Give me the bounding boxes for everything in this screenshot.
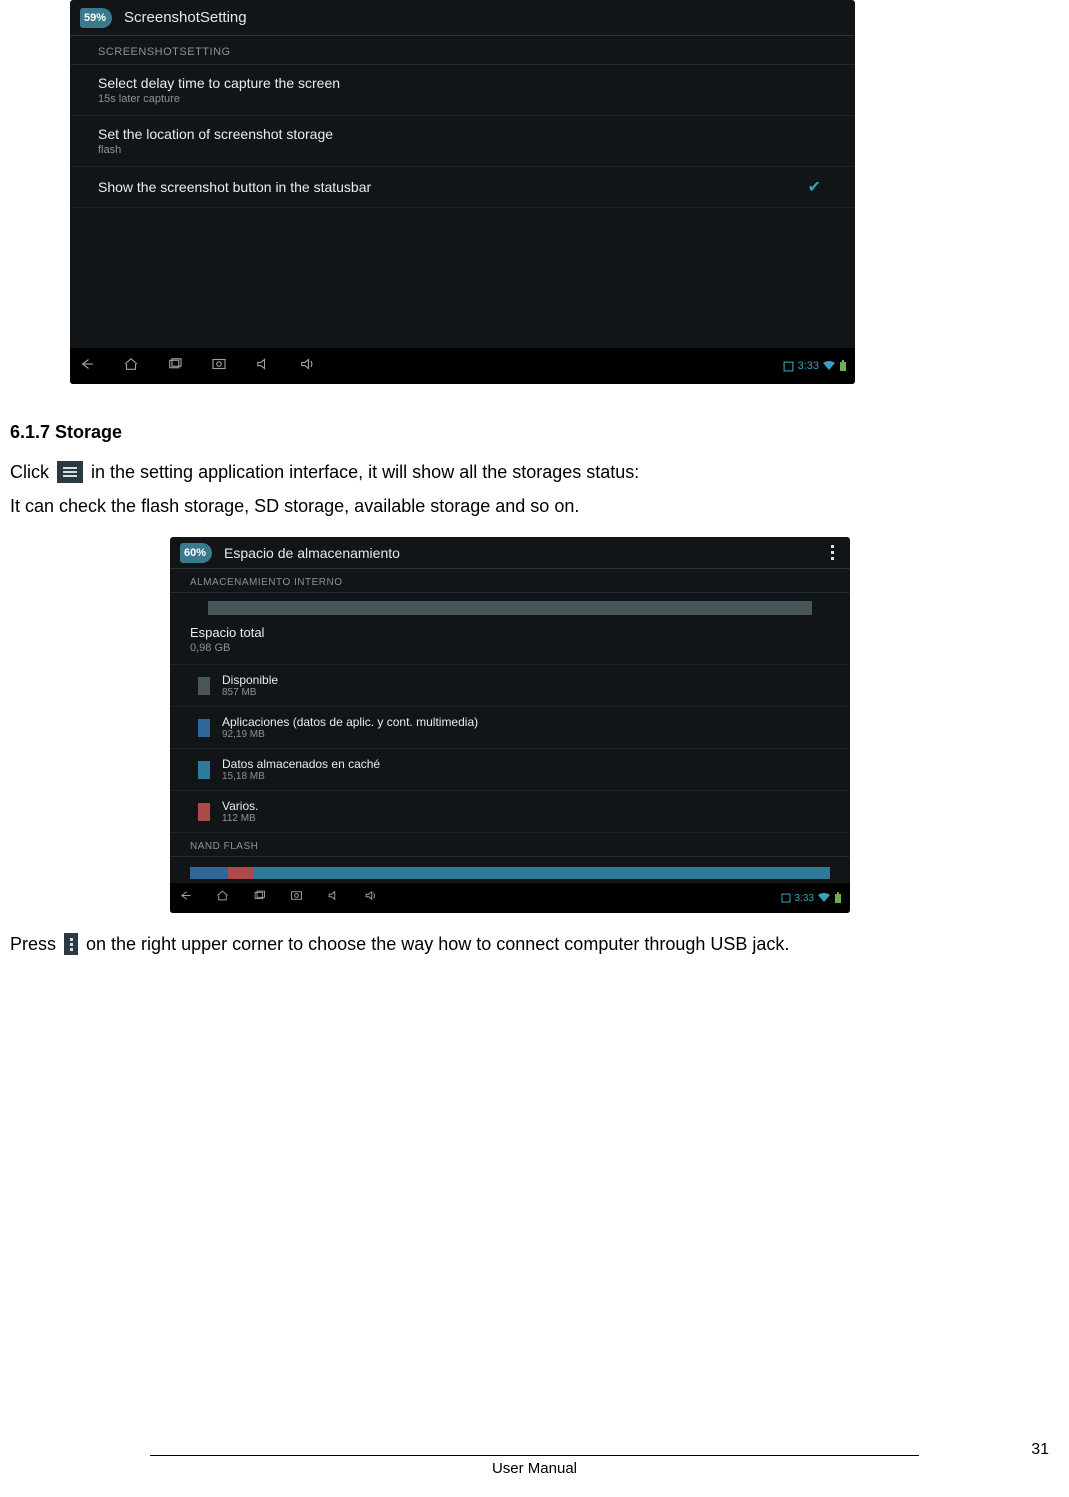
color-swatch [198,677,210,695]
color-swatch [198,761,210,779]
sd-icon [783,361,794,372]
status-bar: 3:33 [783,360,847,372]
row-title: Show the screenshot button in the status… [98,179,371,195]
app-title: Espacio de almacenamiento [224,545,400,561]
section-header: SCREENSHOTSETTING [70,36,855,65]
section-heading: 6.1.7 Storage [10,422,1059,443]
section-header: ALMACENAMIENTO INTERNO [170,569,850,593]
sd-icon [781,893,791,903]
footer-label: User Manual [10,1460,1059,1477]
wifi-icon [818,893,830,903]
volume-down-icon[interactable] [254,355,272,378]
item-title: Datos almacenados en caché [222,757,380,771]
setting-row-location[interactable]: Set the location of screenshot storage f… [70,116,855,167]
row-title: Espacio total [190,625,830,640]
screenshot-icon[interactable] [289,888,304,908]
item-subtitle: 15,18 MB [222,771,380,782]
back-icon[interactable] [178,888,193,908]
color-swatch [198,803,210,821]
volume-up-icon[interactable] [363,888,378,908]
setting-row-delay[interactable]: Select delay time to capture the screen … [70,65,855,116]
recents-icon[interactable] [166,355,184,378]
paragraph: Press on the right upper corner to choos… [10,927,1059,961]
recents-icon[interactable] [252,888,267,908]
system-navbar: 3:33 [170,883,850,913]
row-title: Select delay time to capture the screen [98,75,340,91]
volume-down-icon[interactable] [326,888,341,908]
overflow-menu-icon [64,933,78,955]
row-subtitle: flash [98,144,333,156]
page-number: 31 [1031,1441,1049,1459]
clock: 3:33 [798,360,819,372]
setting-row-showbutton[interactable]: Show the screenshot button in the status… [70,167,855,208]
paragraph: It can check the flash storage, SD stora… [10,489,1059,523]
color-swatch [198,719,210,737]
home-icon[interactable] [122,355,140,378]
storage-item-misc[interactable]: Varios. 112 MB [170,791,850,833]
checkbox-checked-icon[interactable]: ✔ [808,177,821,197]
paragraph: Click in the setting application interfa… [10,455,1059,489]
status-bar: 3:33 [781,892,842,904]
usage-bar-nand [170,857,850,883]
usage-bar-internal [170,593,850,619]
home-icon[interactable] [215,888,230,908]
clock: 3:33 [795,893,814,904]
battery-badge: 60% [180,543,212,563]
app-title: ScreenshotSetting [124,9,247,26]
overflow-menu-icon[interactable] [831,545,834,560]
item-subtitle: 857 MB [222,687,278,698]
screenshot-icon[interactable] [210,355,228,378]
item-subtitle: 112 MB [222,813,258,824]
storage-item-apps[interactable]: Aplicaciones (datos de aplic. y cont. mu… [170,707,850,749]
back-icon[interactable] [78,355,96,378]
app-header: 60% Espacio de almacenamiento [170,537,850,569]
row-subtitle: 0,98 GB [190,642,830,654]
volume-up-icon[interactable] [298,355,316,378]
page-footer: 31 User Manual [10,1455,1059,1477]
item-title: Varios. [222,799,258,813]
item-title: Disponible [222,673,278,687]
screenshot-screenshotsetting: 59% ScreenshotSetting SCREENSHOTSETTING … [70,0,855,384]
battery-icon [839,360,847,372]
storage-item-cache[interactable]: Datos almacenados en caché 15,18 MB [170,749,850,791]
row-subtitle: 15s later capture [98,93,340,105]
section-header: NAND FLASH [170,833,850,857]
system-navbar: 3:33 [70,348,855,384]
app-header: 59% ScreenshotSetting [70,0,855,36]
storage-icon [57,461,83,483]
item-subtitle: 92,19 MB [222,729,478,740]
item-title: Aplicaciones (datos de aplic. y cont. mu… [222,715,478,729]
row-title: Set the location of screenshot storage [98,126,333,142]
battery-badge: 59% [80,8,112,28]
battery-icon [834,892,842,904]
screenshot-storage: 60% Espacio de almacenamiento ALMACENAMI… [170,537,850,913]
storage-item-available[interactable]: Disponible 857 MB [170,665,850,707]
wifi-icon [823,361,835,371]
total-space-row[interactable]: Espacio total 0,98 GB [170,619,850,665]
